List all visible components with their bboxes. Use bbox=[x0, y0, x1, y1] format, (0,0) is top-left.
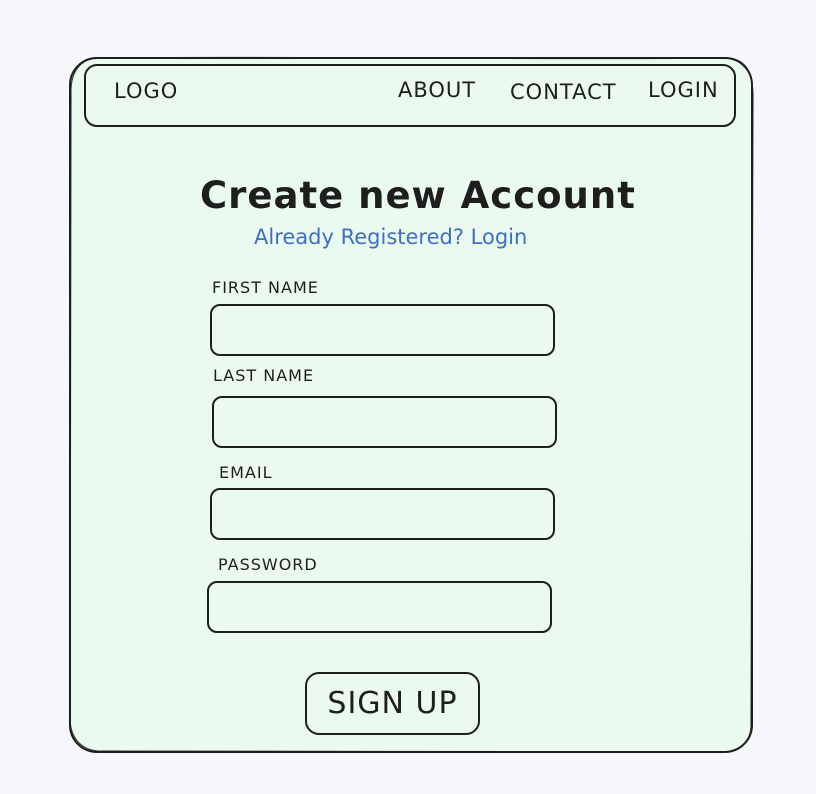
nav-link-login[interactable]: LOGIN bbox=[648, 80, 719, 101]
first-name-field[interactable] bbox=[210, 304, 555, 356]
password-label: PASSWORD bbox=[218, 555, 318, 574]
email-field[interactable] bbox=[210, 488, 555, 540]
first-name-label: FIRST NAME bbox=[212, 278, 319, 297]
page-title: Create new Account bbox=[200, 174, 636, 217]
logo: LOGO bbox=[114, 79, 179, 103]
sign-up-button[interactable]: SIGN UP bbox=[305, 672, 480, 735]
email-label: EMAIL bbox=[219, 463, 273, 482]
last-name-label: LAST NAME bbox=[213, 366, 315, 385]
already-registered-login-link[interactable]: Already Registered? Login bbox=[254, 225, 527, 249]
nav-link-contact[interactable]: CONTACT bbox=[510, 82, 617, 103]
nav-link-about[interactable]: ABOUT bbox=[398, 80, 476, 101]
last-name-field[interactable] bbox=[212, 396, 557, 448]
password-field[interactable] bbox=[207, 581, 552, 633]
